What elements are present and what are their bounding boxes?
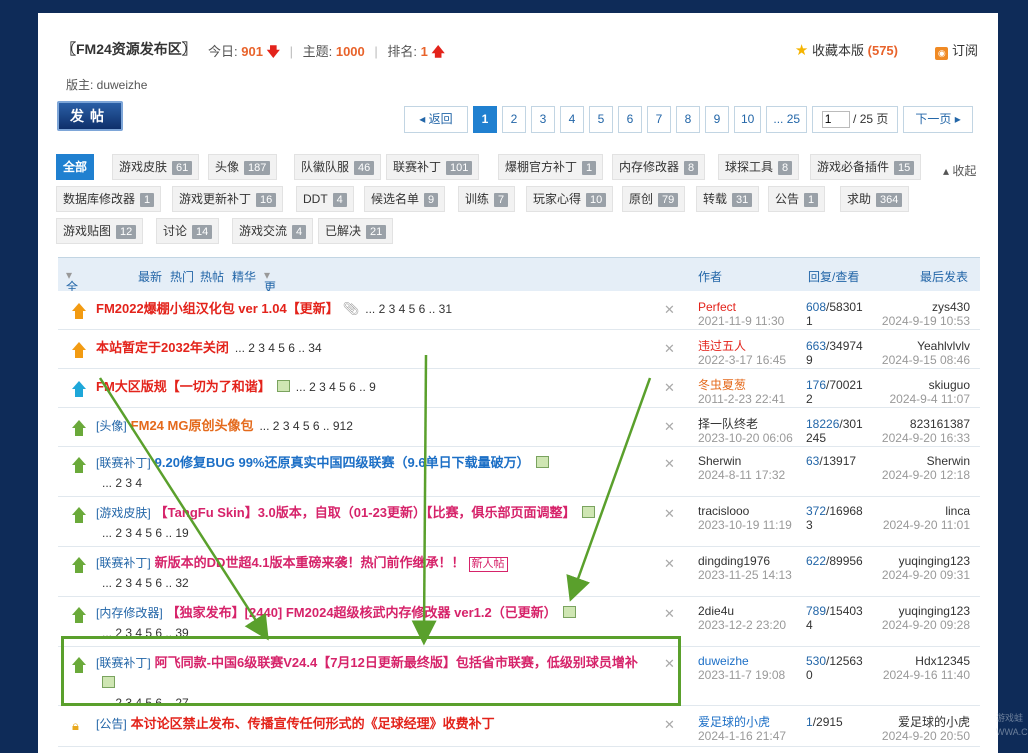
arrow-line <box>411 354 437 646</box>
arrow-line <box>98 377 269 641</box>
annotation-arrows <box>98 354 652 646</box>
arrow-line <box>566 377 652 602</box>
watermark: 游戏蛙 WWA.CC <box>996 713 1028 737</box>
